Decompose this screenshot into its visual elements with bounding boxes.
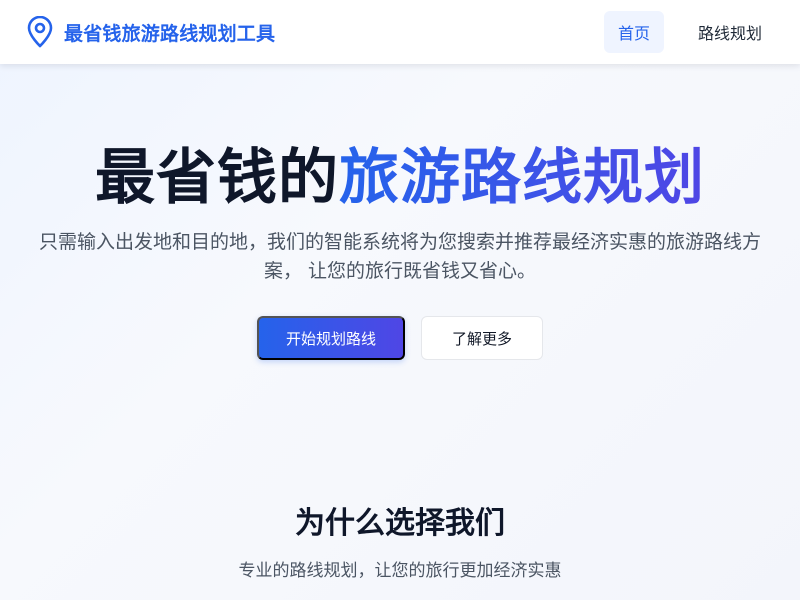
brand[interactable]: 最省钱旅游路线规划工具: [26, 16, 275, 48]
hero-section: 最省钱的旅游路线规划 只需输入出发地和目的地，我们的智能系统将为您搜索并推荐最经…: [0, 64, 800, 464]
start-planning-button[interactable]: 开始规划路线: [257, 316, 405, 360]
features-section: 为什么选择我们 专业的路线规划，让您的旅行更加经济实惠: [0, 464, 800, 600]
map-pin-icon: [26, 16, 54, 48]
nav-item-route-planning[interactable]: 路线规划: [684, 11, 776, 53]
nav-item-home[interactable]: 首页: [603, 11, 664, 53]
hero-description: 只需输入出发地和目的地，我们的智能系统将为您搜索并推荐最经济实惠的旅游路线方案，…: [38, 231, 761, 282]
learn-more-button[interactable]: 了解更多: [421, 316, 543, 360]
hero-title-plain: 最省钱的: [95, 143, 339, 213]
main-nav: 首页 路线规划: [603, 11, 776, 53]
features-subtitle: 专业的路线规划，让您的旅行更加经济实惠: [238, 561, 562, 581]
features-title: 为什么选择我们: [295, 506, 505, 541]
top-navbar: 最省钱旅游路线规划工具 首页 路线规划: [0, 0, 800, 64]
hero-title: 最省钱的旅游路线规划: [0, 140, 800, 216]
brand-title: 最省钱旅游路线规划工具: [64, 22, 276, 45]
hero-title-highlight: 旅游路线规划: [339, 143, 705, 213]
hero-actions: 开始规划路线 了解更多: [0, 316, 800, 360]
